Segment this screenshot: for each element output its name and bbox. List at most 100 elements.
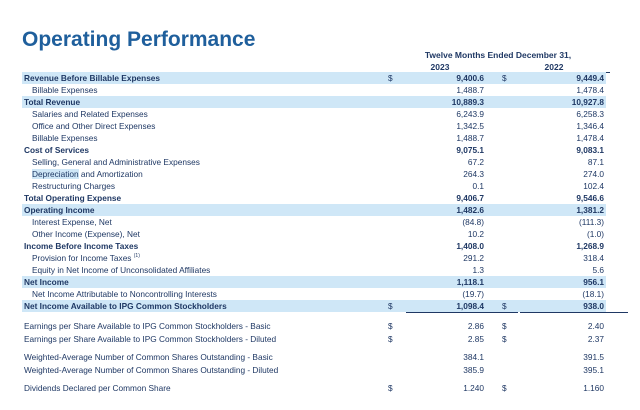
value-2023: 9,406.7 <box>456 193 484 203</box>
value-2022: 9,546.6 <box>576 193 604 203</box>
table-row: Total Revenue 10,889.3 10,927.8 <box>22 96 606 108</box>
value-2022: 1,478.4 <box>576 133 604 143</box>
shares-row: Weighted-Average Number of Common Shares… <box>22 364 606 376</box>
row-label: Cost of Services <box>24 144 89 156</box>
row-label: Dividends Declared per Common Share <box>24 382 171 394</box>
row-label: Income Before Income Taxes <box>24 240 138 252</box>
table-row: Selling, General and Administrative Expe… <box>22 156 606 168</box>
table-row: Revenue Before Billable Expenses $ $9,400.… <box>22 72 606 84</box>
row-label-text: Total Revenue <box>24 97 81 107</box>
value-2023: 1,482.6 <box>456 205 484 215</box>
value-2022: 956.1 <box>583 277 604 287</box>
period-header: Twelve Months Ended December 31, <box>424 50 572 60</box>
table-row: Net Income Attributable to Noncontrollin… <box>22 288 606 300</box>
eps-row: Earnings per Share Available to IPG Comm… <box>22 320 606 332</box>
table-row: Net Income 1,118.1 956.1 <box>22 276 606 288</box>
row-label-text: Earnings per Share Available to IPG Comm… <box>24 321 271 331</box>
table-row: Other Income (Expense), Net 10.2 (1.0) <box>22 228 606 240</box>
value-2022: 2.37 <box>587 334 604 344</box>
value-2023: 1,342.5 <box>456 121 484 131</box>
value-2023: 10.2 <box>467 229 484 239</box>
value-2022: 102.4 <box>583 181 604 191</box>
currency-symbol-2023: $ <box>388 73 393 83</box>
row-label: Earnings per Share Available to IPG Comm… <box>24 320 271 332</box>
value-2022: 938.0 <box>583 301 604 311</box>
row-label: Earnings per Share Available to IPG Comm… <box>24 333 276 345</box>
value-2022: 1,381.2 <box>576 205 604 215</box>
row-label: Weighted-Average Number of Common Shares… <box>24 364 278 376</box>
selected-text[interactable]: Depreciation <box>32 169 79 179</box>
value-2022: 2.40 <box>587 321 604 331</box>
value-2023: 10,889.3 <box>451 97 484 107</box>
value-2022: 1,346.4 <box>576 121 604 131</box>
row-label-text: Cost of Services <box>24 145 90 155</box>
row-label-text: Dividends Declared per Common Share <box>24 383 171 393</box>
value-2023: (84.8) <box>462 217 484 227</box>
row-label: Total Operating Expense <box>24 192 121 204</box>
value-2023: 9,400.6 <box>456 73 484 83</box>
table-row: Operating Income 1,482.6 1,381.2 <box>22 204 606 216</box>
value-2022: 9,449.4 <box>576 73 604 83</box>
row-label-text: Net Income <box>24 277 69 287</box>
currency-symbol-2022: $ <box>502 321 507 331</box>
value-2022: 1.160 <box>583 383 604 393</box>
value-2023: 1,488.7 <box>456 85 484 95</box>
value-2022: 5.6 <box>592 265 604 275</box>
value-2022: 10,927.8 <box>571 97 604 107</box>
value-2022: 9,083.1 <box>576 145 604 155</box>
value-2022: (18.1) <box>582 289 604 299</box>
row-label-text: Income Before Income Taxes <box>24 241 139 251</box>
row-label: Other Income (Expense), Net <box>32 228 140 240</box>
row-label-text: Office and Other Direct Expenses <box>32 121 156 131</box>
table-row: Office and Other Direct Expenses 1,342.5 1… <box>22 120 606 132</box>
total-underline <box>406 312 518 313</box>
row-label: Operating Income <box>24 204 95 216</box>
currency-symbol-2023: $ <box>388 321 393 331</box>
row-label: Office and Other Direct Expenses <box>32 120 155 132</box>
row-label: Interest Expense, Net <box>32 216 112 228</box>
value-2023: 0.1 <box>472 181 484 191</box>
value-2022: 395.1 <box>583 365 604 375</box>
table-row: Cost of Services 9,075.1 9,083.1 <box>22 144 606 156</box>
total-underline <box>520 312 628 313</box>
value-2023: 1.240 <box>463 383 484 393</box>
value-2022: 1,478.4 <box>576 85 604 95</box>
row-label: Weighted-Average Number of Common Shares… <box>24 351 273 363</box>
value-2023: 384.1 <box>463 352 484 362</box>
value-2023: 1,098.4 <box>456 301 484 311</box>
value-2023: 1,118.1 <box>456 277 484 287</box>
currency-symbol-2022: $ <box>502 301 507 311</box>
row-label: Equity in Net Income of Unconsolidated A… <box>32 264 210 276</box>
row-label-text: Selling, General and Administrative Expe… <box>32 157 200 167</box>
table-row: Interest Expense, Net (84.8) (111.3) <box>22 216 606 228</box>
dividends-row: Dividends Declared per Common Share $ $1.2… <box>22 382 606 394</box>
value-2022: 391.5 <box>583 352 604 362</box>
value-2023: 2.86 <box>467 321 484 331</box>
row-label: Revenue Before Billable Expenses <box>24 72 160 84</box>
row-label: Net Income <box>24 276 69 288</box>
row-label-text: Net Income Available to IPG Common Stock… <box>24 301 227 311</box>
value-2022: 87.1 <box>587 157 604 167</box>
row-label: Provision for Income Taxes (1) <box>32 252 140 264</box>
eps-row: Earnings per Share Available to IPG Comm… <box>22 333 606 345</box>
table-row: Equity in Net Income of Unconsolidated A… <box>22 264 606 276</box>
row-label-text: Weighted-Average Number of Common Shares… <box>24 352 273 362</box>
row-label: Billable Expenses <box>32 84 98 96</box>
currency-symbol-2023: $ <box>388 383 393 393</box>
row-label-text: Restructuring Charges <box>32 181 116 191</box>
row-label: Depreciation and Amortization <box>32 168 143 180</box>
value-2023: 291.2 <box>463 253 484 263</box>
value-2022: 6,258.3 <box>576 109 604 119</box>
value-2022: (111.3) <box>578 217 604 227</box>
row-label: Selling, General and Administrative Expe… <box>32 156 200 168</box>
table-row: Salaries and Related Expenses 6,243.9 6,25… <box>22 108 606 120</box>
table-row: Depreciation and Amortization 264.3 274.0 <box>22 168 606 180</box>
currency-symbol-2022: $ <box>502 383 507 393</box>
page-title: Operating Performance <box>22 28 256 51</box>
value-2023: 9,075.1 <box>456 145 484 155</box>
value-2023: 2.85 <box>467 334 484 344</box>
row-label: Net Income Attributable to Noncontrollin… <box>32 288 217 300</box>
row-label-text: Operating Income <box>24 205 95 215</box>
currency-symbol-2022: $ <box>502 73 507 83</box>
value-2022: (1.0) <box>586 229 604 239</box>
